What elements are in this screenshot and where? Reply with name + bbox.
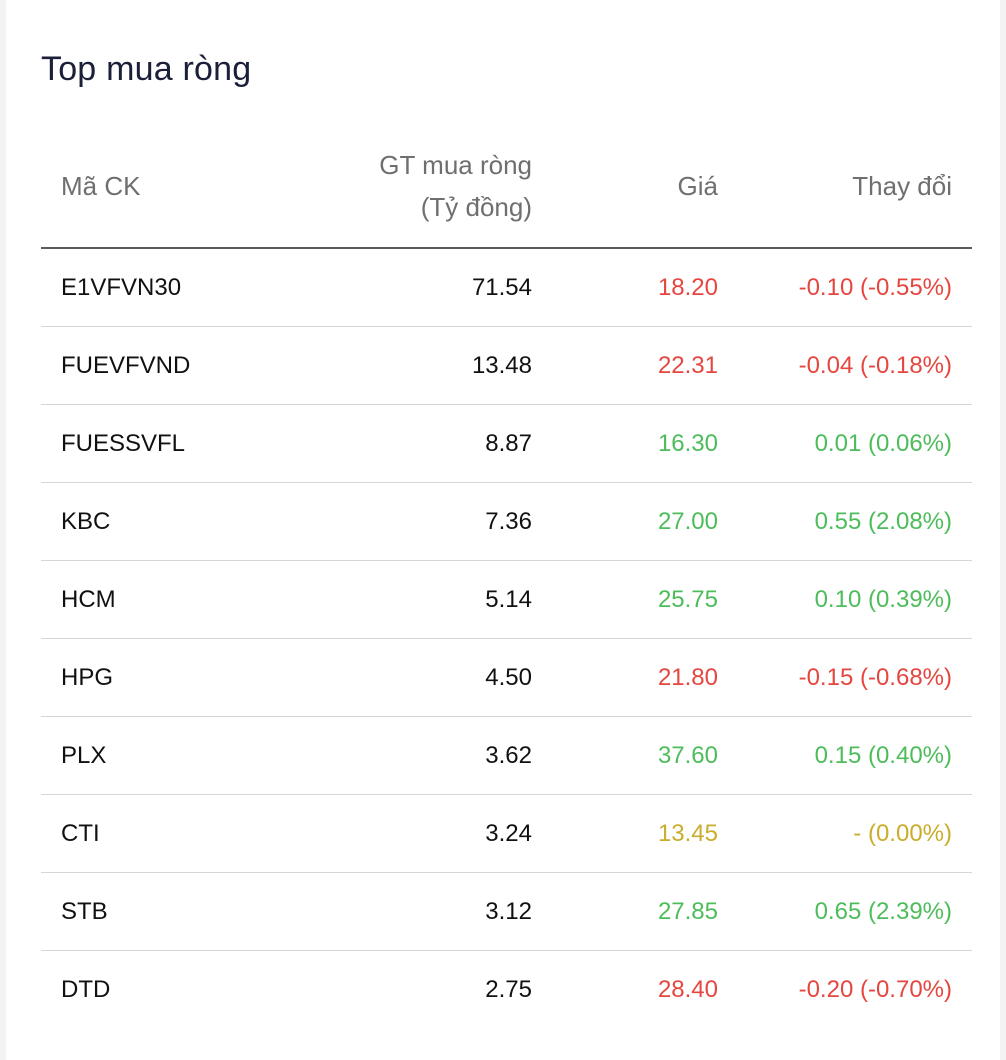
- header-net-value-line1: GT mua ròng: [379, 150, 532, 180]
- header-change: Thay đổi: [852, 171, 952, 201]
- table-body: E1VFVN30 71.54 18.20 -0.10 (-0.55%) FUEV…: [41, 249, 972, 1028]
- table-row[interactable]: KBC 7.36 27.00 0.55 (2.08%): [41, 483, 972, 561]
- table-row[interactable]: HCM 5.14 25.75 0.10 (0.39%): [41, 561, 972, 639]
- price-change: -0.15 (-0.68%): [798, 664, 952, 691]
- net-buy-table: Mã CK GT mua ròng (Tỷ đồng) Giá Thay đổi…: [41, 131, 972, 1028]
- table-row[interactable]: FUESSVFL 8.87 16.30 0.01 (0.06%): [41, 405, 972, 483]
- net-buy-value: 3.62: [485, 742, 532, 769]
- stock-code[interactable]: DTD: [61, 951, 110, 1028]
- table-row[interactable]: HPG 4.50 21.80 -0.15 (-0.68%): [41, 639, 972, 717]
- price: 28.40: [657, 976, 718, 1003]
- price: 27.85: [657, 898, 718, 925]
- price-change: 0.55 (2.08%): [814, 508, 952, 535]
- price: 37.60: [657, 742, 718, 769]
- stock-code[interactable]: HPG: [61, 639, 113, 716]
- net-buy-value: 7.36: [485, 508, 532, 535]
- top-net-buy-card: Top mua ròng Mã CK GT mua ròng (Tỷ đồng)…: [6, 0, 1000, 1060]
- stock-code[interactable]: STB: [61, 873, 108, 950]
- table-row[interactable]: CTI 3.24 13.45 - (0.00%): [41, 795, 972, 873]
- price-change: - (0.00%): [853, 820, 952, 847]
- price: 22.31: [657, 352, 718, 379]
- price-change: 0.01 (0.06%): [814, 430, 952, 457]
- stock-code[interactable]: HCM: [61, 561, 116, 638]
- header-code: Mã CK: [61, 171, 141, 201]
- card-title: Top mua ròng: [41, 50, 252, 88]
- stock-code[interactable]: PLX: [61, 717, 106, 794]
- table-header: Mã CK GT mua ròng (Tỷ đồng) Giá Thay đổi: [41, 131, 972, 249]
- stock-code[interactable]: KBC: [61, 483, 110, 560]
- price: 21.80: [657, 664, 718, 691]
- net-buy-value: 2.75: [485, 976, 532, 1003]
- stock-code[interactable]: CTI: [61, 795, 100, 872]
- net-buy-value: 8.87: [485, 430, 532, 457]
- price: 16.30: [657, 430, 718, 457]
- table-row[interactable]: DTD 2.75 28.40 -0.20 (-0.70%): [41, 951, 972, 1028]
- price-change: 0.15 (0.40%): [814, 742, 952, 769]
- net-buy-value: 71.54: [471, 274, 532, 301]
- price-change: -0.10 (-0.55%): [798, 274, 952, 301]
- header-price: Giá: [677, 171, 718, 201]
- table-row[interactable]: PLX 3.62 37.60 0.15 (0.40%): [41, 717, 972, 795]
- header-net-value: GT mua ròng (Tỷ đồng): [379, 144, 532, 228]
- net-buy-value: 3.12: [485, 898, 532, 925]
- table-row[interactable]: STB 3.12 27.85 0.65 (2.39%): [41, 873, 972, 951]
- price-change: -0.20 (-0.70%): [798, 976, 952, 1003]
- price: 13.45: [657, 820, 718, 847]
- net-buy-value: 3.24: [485, 820, 532, 847]
- stock-code[interactable]: FUEVFVND: [61, 327, 190, 404]
- table-row[interactable]: E1VFVN30 71.54 18.20 -0.10 (-0.55%): [41, 249, 972, 327]
- price-change: 0.65 (2.39%): [814, 898, 952, 925]
- net-buy-value: 4.50: [485, 664, 532, 691]
- net-buy-value: 5.14: [485, 586, 532, 613]
- price: 25.75: [657, 586, 718, 613]
- stock-code[interactable]: E1VFVN30: [61, 249, 181, 326]
- price-change: 0.10 (0.39%): [814, 586, 952, 613]
- header-net-value-line2: (Tỷ đồng): [420, 192, 532, 222]
- price: 27.00: [657, 508, 718, 535]
- table-row[interactable]: FUEVFVND 13.48 22.31 -0.04 (-0.18%): [41, 327, 972, 405]
- stock-code[interactable]: FUESSVFL: [61, 405, 185, 482]
- price: 18.20: [657, 274, 718, 301]
- net-buy-value: 13.48: [471, 352, 532, 379]
- price-change: -0.04 (-0.18%): [798, 352, 952, 379]
